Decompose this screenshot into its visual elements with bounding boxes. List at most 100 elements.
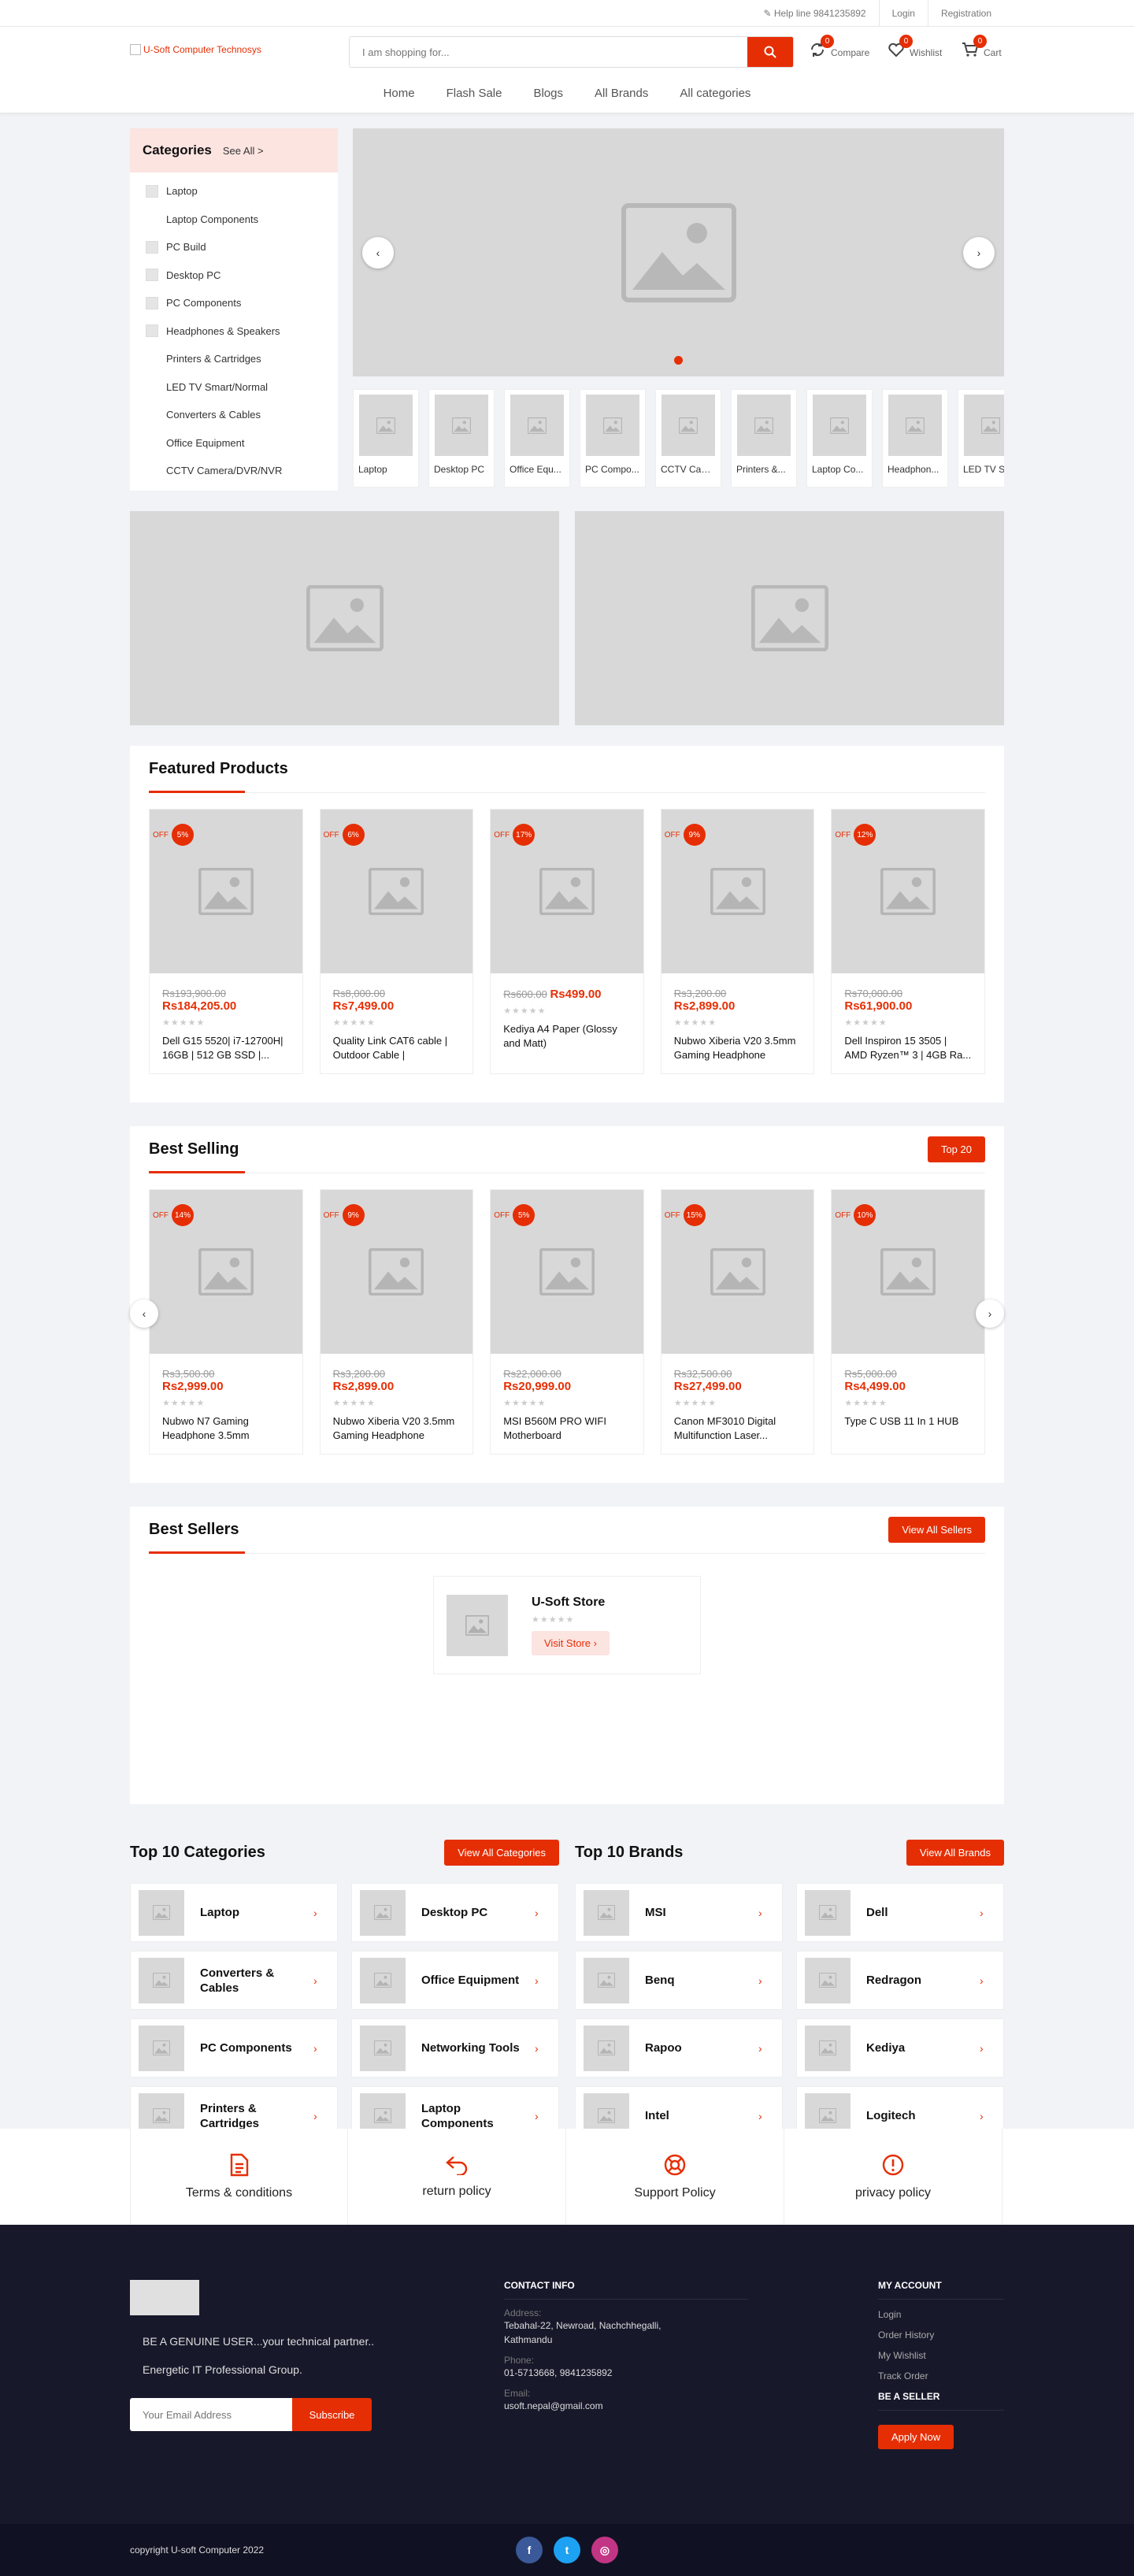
tile-label[interactable]: Converters & Cables: [184, 1966, 313, 1996]
thumbnail-label[interactable]: Laptop Co...: [812, 464, 867, 475]
product-name[interactable]: Type C USB 11 In 1 HUB: [844, 1414, 972, 1443]
product-card[interactable]: OFF 15% Rs32,500.00 Rs27,499.00 ★★★★★ Can…: [660, 1189, 815, 1455]
category-item[interactable]: Laptop Components: [130, 206, 338, 234]
visit-store-button[interactable]: Visit Store ›: [532, 1630, 610, 1655]
wishlist-label[interactable]: Wishlist: [910, 47, 942, 58]
product-card[interactable]: OFF 5% Rs22,000.00 Rs20,999.00 ★★★★★ MSI …: [490, 1189, 644, 1455]
registration-link[interactable]: Registration: [927, 0, 1004, 27]
category-thumbnail[interactable]: LED TV S...: [958, 389, 1004, 487]
product-card[interactable]: OFF 14% Rs3,500.00 Rs2,999.00 ★★★★★ Nubwo…: [149, 1189, 303, 1455]
product-card[interactable]: OFF 12% Rs70,000.00 Rs61,900.00 ★★★★★ Del…: [831, 809, 985, 1074]
wishlist-button[interactable]: 0 Wishlist: [888, 35, 942, 58]
slider-next-button[interactable]: ›: [963, 237, 995, 269]
tile-label[interactable]: Networking Tools: [406, 2040, 535, 2055]
policy-privacy[interactable]: privacy policy: [784, 2129, 1002, 2225]
best-selling-next-button[interactable]: ›: [976, 1299, 1004, 1328]
top-brand-tile[interactable]: Kediya ›: [796, 2018, 1004, 2077]
category-item[interactable]: Office Equipment: [130, 429, 338, 458]
tile-label[interactable]: Redragon: [850, 1973, 980, 1988]
compare-label[interactable]: Compare: [831, 47, 869, 58]
top-category-tile[interactable]: Desktop PC ›: [351, 1883, 559, 1942]
thumbnail-label[interactable]: PC Compo...: [585, 464, 640, 475]
nav-flash-sale[interactable]: Flash Sale: [447, 87, 502, 100]
promo-banner-right[interactable]: [575, 511, 1004, 725]
registration-label[interactable]: Registration: [941, 8, 991, 19]
cart-button[interactable]: 0 Cart: [962, 35, 1002, 58]
category-item[interactable]: CCTV Camera/DVR/NVR: [130, 457, 338, 485]
policy-return-label[interactable]: return policy: [422, 2185, 491, 2199]
category-item[interactable]: Headphones & Speakers: [130, 317, 338, 346]
product-card[interactable]: OFF 6% Rs8,000.00 Rs7,499.00 ★★★★★ Qualit…: [319, 809, 474, 1074]
category-label[interactable]: PC Build: [166, 241, 206, 253]
category-thumbnail[interactable]: Laptop Co...: [806, 389, 873, 487]
seller-name[interactable]: U-Soft Store: [532, 1596, 610, 1610]
thumbnail-label[interactable]: Laptop: [358, 464, 413, 475]
category-label[interactable]: Laptop Components: [166, 213, 258, 225]
login-link[interactable]: Login: [878, 0, 928, 27]
nav-home[interactable]: Home: [384, 87, 415, 100]
policy-privacy-label[interactable]: privacy policy: [855, 2186, 931, 2200]
category-item[interactable]: Converters & Cables: [130, 401, 338, 429]
tile-label[interactable]: Office Equipment: [406, 1973, 535, 1988]
category-item[interactable]: Desktop PC: [130, 261, 338, 290]
view-all-categories-button[interactable]: View All Categories: [444, 1839, 559, 1866]
product-name[interactable]: Dell Inspiron 15 3505 | AMD Ryzen™ 3 | 4…: [844, 1034, 972, 1062]
product-card[interactable]: OFF 9% Rs3,200.00 Rs2,899.00 ★★★★★ Nubwo …: [660, 809, 815, 1074]
visit-store-label[interactable]: Visit Store: [544, 1637, 591, 1649]
category-thumbnail[interactable]: Office Equ...: [504, 389, 570, 487]
facebook-icon[interactable]: f: [516, 2537, 543, 2563]
tile-label[interactable]: Kediya: [850, 2040, 980, 2055]
category-thumbnail[interactable]: Laptop: [353, 389, 419, 487]
search-input[interactable]: [350, 37, 747, 67]
top-category-tile[interactable]: Networking Tools ›: [351, 2018, 559, 2077]
newsletter-email-input[interactable]: [130, 2398, 292, 2431]
top-category-tile[interactable]: PC Components ›: [130, 2018, 338, 2077]
thumbnail-label[interactable]: Printers &...: [736, 464, 791, 475]
tile-label[interactable]: Rapoo: [629, 2040, 758, 2055]
thumbnail-label[interactable]: Desktop PC: [434, 464, 489, 475]
tile-label[interactable]: Laptop Components: [406, 2101, 535, 2131]
policy-support-label[interactable]: Support Policy: [634, 2186, 715, 2200]
thumbnail-label[interactable]: Office Equ...: [510, 464, 565, 475]
product-card[interactable]: OFF 10% Rs5,000.00 Rs4,499.00 ★★★★★ Type …: [831, 1189, 985, 1455]
best-selling-prev-button[interactable]: ‹: [130, 1299, 158, 1328]
product-name[interactable]: Canon MF3010 Digital Multifunction Laser…: [674, 1414, 802, 1443]
product-name[interactable]: MSI B560M PRO WIFI Motherboard: [503, 1414, 631, 1443]
top-brand-tile[interactable]: Benq ›: [575, 1951, 783, 2010]
product-name[interactable]: Nubwo Xiberia V20 3.5mm Gaming Headphone: [333, 1414, 461, 1443]
thumbnail-label[interactable]: Headphon...: [888, 464, 943, 475]
slider-dot-active[interactable]: [674, 356, 683, 365]
product-name[interactable]: Nubwo Xiberia V20 3.5mm Gaming Headphone: [674, 1034, 802, 1062]
top-brand-tile[interactable]: Redragon ›: [796, 1951, 1004, 2010]
product-name[interactable]: Quality Link CAT6 cable | Outdoor Cable …: [333, 1034, 461, 1062]
top-brand-tile[interactable]: Dell ›: [796, 1883, 1004, 1942]
footer-logo[interactable]: [130, 2280, 199, 2315]
top-category-tile[interactable]: Laptop ›: [130, 1883, 338, 1942]
category-item[interactable]: Laptop: [130, 177, 338, 206]
tile-label[interactable]: Laptop: [184, 1905, 313, 1920]
tile-label[interactable]: PC Components: [184, 2040, 313, 2055]
category-label[interactable]: Printers & Cartridges: [166, 353, 261, 365]
thumbnail-label[interactable]: LED TV S...: [963, 464, 1004, 475]
category-item[interactable]: PC Build: [130, 233, 338, 261]
nav-blogs[interactable]: Blogs: [533, 87, 563, 100]
policy-support[interactable]: Support Policy: [566, 2129, 784, 2225]
tile-label[interactable]: Benq: [629, 1973, 758, 1988]
product-card[interactable]: OFF 5% Rs193,900.00 Rs184,205.00 ★★★★★ De…: [149, 809, 303, 1074]
category-item[interactable]: Printers & Cartridges: [130, 345, 338, 373]
category-thumbnail[interactable]: Headphon...: [882, 389, 948, 487]
category-label[interactable]: CCTV Camera/DVR/NVR: [166, 465, 282, 476]
thumbnail-label[interactable]: CCTV Cam...: [661, 464, 716, 475]
account-link[interactable]: Login: [878, 2309, 1004, 2320]
twitter-icon[interactable]: t: [554, 2537, 580, 2563]
compare-button[interactable]: 0 Compare: [809, 35, 869, 58]
category-thumbnail[interactable]: PC Compo...: [580, 389, 646, 487]
category-label[interactable]: LED TV Smart/Normal: [166, 381, 268, 393]
product-name[interactable]: Kediya A4 Paper (Glossy and Matt): [503, 1022, 631, 1051]
category-item[interactable]: LED TV Smart/Normal: [130, 373, 338, 402]
view-all-sellers-button[interactable]: View All Sellers: [888, 1517, 985, 1543]
product-card[interactable]: OFF 9% Rs3,200.00 Rs2,899.00 ★★★★★ Nubwo …: [319, 1189, 474, 1455]
top-category-tile[interactable]: Office Equipment ›: [351, 1951, 559, 2010]
see-all-categories-link[interactable]: See All >: [223, 145, 264, 157]
slider-prev-button[interactable]: ‹: [362, 237, 394, 269]
